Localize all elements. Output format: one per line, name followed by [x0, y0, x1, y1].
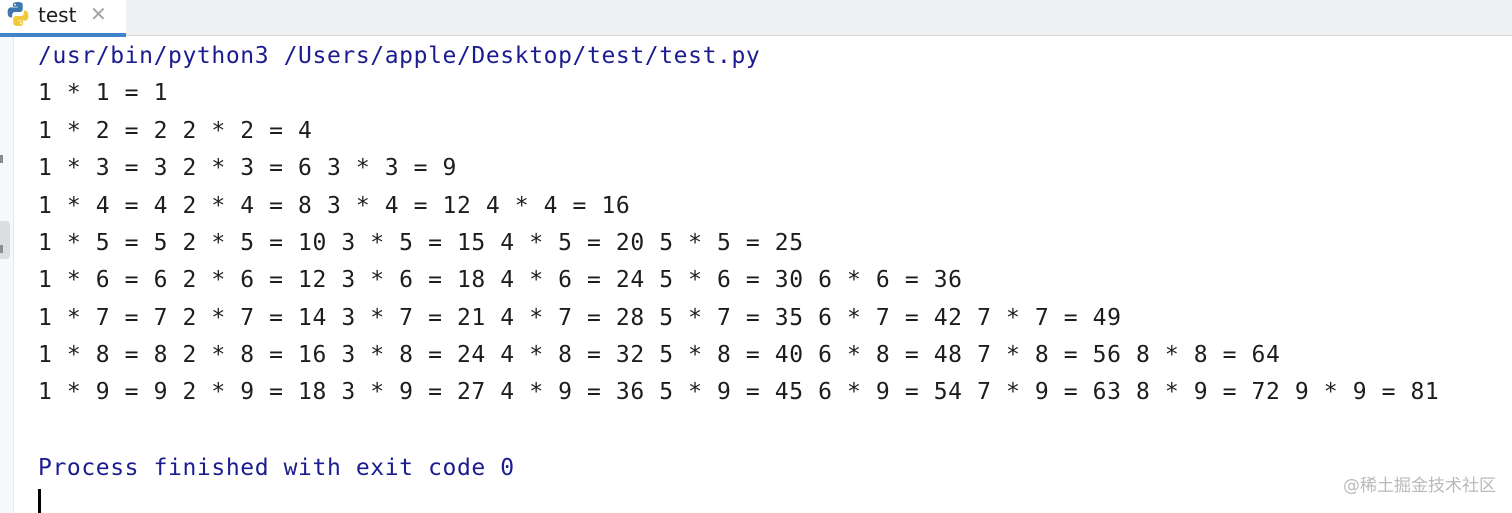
- output-line: 1 * 4 = 4 2 * 4 = 8 3 * 4 = 12 4 * 4 = 1…: [38, 193, 631, 219]
- output-line: 1 * 2 = 2 2 * 2 = 4: [38, 118, 313, 144]
- run-console[interactable]: /usr/bin/python3 /Users/apple/Desktop/te…: [38, 38, 1498, 508]
- gutter-marker: [0, 155, 3, 163]
- command-line: /usr/bin/python3 /Users/apple/Desktop/te…: [38, 43, 761, 69]
- python-icon: [7, 2, 29, 26]
- editor-tab-bar: test ✕: [0, 0, 1512, 37]
- tab-title: test: [38, 3, 77, 27]
- close-icon[interactable]: ✕: [90, 2, 107, 26]
- tab-test[interactable]: test ✕: [0, 0, 126, 37]
- active-tab-indicator: [0, 33, 126, 37]
- output-line: 1 * 1 = 1: [38, 80, 169, 106]
- output-line: 1 * 8 = 8 2 * 8 = 16 3 * 8 = 24 4 * 8 = …: [38, 342, 1281, 368]
- gutter-marker: [0, 245, 3, 253]
- watermark: @稀土掘金技术社区: [1343, 476, 1496, 496]
- console-gutter: [0, 37, 14, 513]
- output-line: 1 * 6 = 6 2 * 6 = 12 3 * 6 = 18 4 * 6 = …: [38, 267, 963, 293]
- output-line: 1 * 3 = 3 2 * 3 = 6 3 * 3 = 9: [38, 155, 457, 181]
- gutter-scroll-thumb[interactable]: [0, 221, 10, 259]
- output-line: 1 * 5 = 5 2 * 5 = 10 3 * 5 = 15 4 * 5 = …: [38, 230, 804, 256]
- output-line: 1 * 9 = 9 2 * 9 = 18 3 * 9 = 27 4 * 9 = …: [38, 379, 1440, 405]
- output-line: 1 * 7 = 7 2 * 7 = 14 3 * 7 = 21 4 * 7 = …: [38, 305, 1122, 331]
- text-cursor: [38, 489, 41, 513]
- process-finished-message: Process finished with exit code 0: [38, 455, 515, 481]
